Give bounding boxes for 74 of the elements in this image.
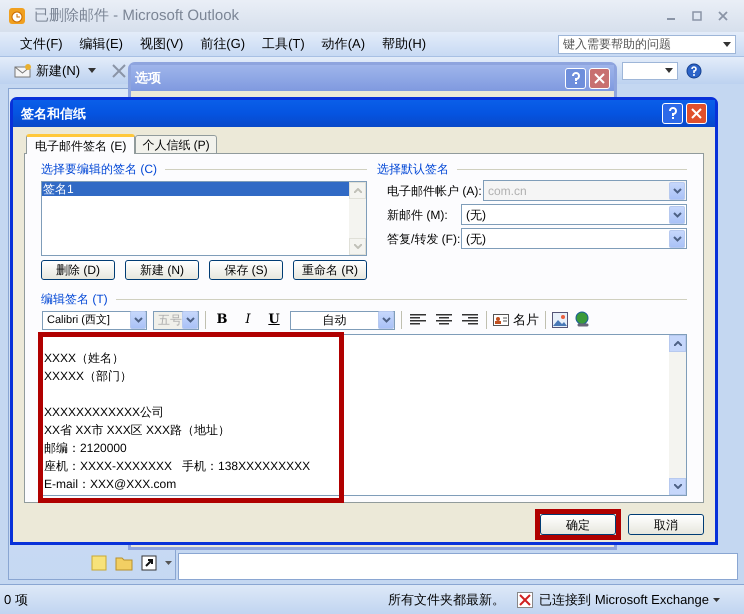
group-label: 选择要编辑的签名 (C) xyxy=(41,161,157,178)
action-button[interactable]: 重命名 (R) xyxy=(293,260,367,280)
menu-item[interactable]: 视图(V) xyxy=(140,34,184,54)
menu-item[interactable]: 前往(G) xyxy=(200,34,246,54)
scrollbar[interactable] xyxy=(669,335,686,495)
action-button[interactable]: 新建 (N) xyxy=(125,260,199,280)
menu-item[interactable]: 工具(T) xyxy=(262,34,305,54)
tab[interactable]: 个人信纸 (P) xyxy=(135,135,217,153)
dropdown-arrow-icon xyxy=(713,598,720,602)
scroll-up-icon[interactable] xyxy=(674,341,682,346)
field-label: 答复/转发 (F): xyxy=(387,230,460,248)
dropdown-arrow-icon[interactable] xyxy=(723,42,731,46)
align-center-icon[interactable] xyxy=(436,314,452,326)
menu-item[interactable]: 编辑(E) xyxy=(80,34,123,54)
signature-line: E-mail：XXX@XXX.com xyxy=(44,476,178,493)
connection-status[interactable]: 已连接到 Microsoft Exchange xyxy=(539,590,720,610)
item-count: 0 项 xyxy=(4,590,28,609)
close-button[interactable] xyxy=(686,103,707,124)
window-title: 已删除邮件 - Microsoft Outlook xyxy=(34,6,240,26)
signature-line: XXXXXXXXXXXX公司 xyxy=(44,404,166,421)
delete-icon[interactable] xyxy=(112,64,126,78)
signature-line: 邮编：2120000 xyxy=(44,440,128,457)
dropdown-arrow-icon[interactable] xyxy=(665,68,673,73)
tab[interactable]: 电子邮件签名 (E) xyxy=(26,134,136,154)
field-label: 电子邮件帐户 (A): xyxy=(387,182,482,200)
menu-item[interactable]: 帮助(H) xyxy=(382,34,426,54)
align-right-icon[interactable] xyxy=(462,314,478,326)
dialog-title: 签名和信纸 xyxy=(21,104,86,123)
dialog-button[interactable]: 确定 xyxy=(540,514,616,535)
question-icon xyxy=(668,107,678,120)
signature-line: 座机：XXXX-XXXXXXX 手机：138XXXXXXXXX xyxy=(44,458,312,475)
format-button[interactable]: I xyxy=(238,310,258,330)
contact-card-icon xyxy=(493,314,509,326)
close-button[interactable] xyxy=(589,68,610,88)
dropdown-field[interactable]: (无) xyxy=(461,228,687,249)
shortcut-icon[interactable] xyxy=(141,555,157,571)
help-search-field[interactable]: 键入需要帮助的问题 xyxy=(558,34,736,54)
help-button[interactable] xyxy=(662,103,683,124)
image-icon[interactable] xyxy=(552,312,568,328)
action-button[interactable]: 删除 (D) xyxy=(41,260,115,280)
new-button[interactable]: 新建(N) xyxy=(14,60,80,80)
signature-line: XX省 XX市 XXX区 XXX路（地址） xyxy=(44,422,232,439)
list-item[interactable]: 签名1 xyxy=(42,182,349,196)
format-button[interactable]: U xyxy=(264,310,284,330)
dialog-button[interactable]: 取消 xyxy=(628,514,704,535)
dropdown-field[interactable] xyxy=(622,62,678,80)
format-button[interactable]: B xyxy=(212,310,232,330)
sync-status: 所有文件夹都最新。 xyxy=(388,590,506,609)
group-label: 编辑签名 (T) xyxy=(41,291,108,308)
signature-line: XXXXX（部门） xyxy=(44,368,134,385)
menu-item[interactable]: 文件(F) xyxy=(20,34,63,54)
help-button[interactable] xyxy=(565,68,586,88)
field-label: 新邮件 (M): xyxy=(387,206,448,224)
question-icon xyxy=(570,72,580,84)
help-icon[interactable] xyxy=(686,62,702,78)
group-label: 选择默认签名 xyxy=(377,161,449,178)
connection-icon xyxy=(517,592,534,608)
outlook-icon xyxy=(8,7,26,25)
dropdown-field[interactable]: (无) xyxy=(461,204,687,225)
signature-line: XXXX（姓名） xyxy=(44,350,126,367)
font-dropdown[interactable]: Calibri (西文] xyxy=(42,310,147,330)
maximize-icon[interactable] xyxy=(692,11,702,21)
align-left-icon[interactable] xyxy=(410,314,426,326)
menu-item[interactable]: 动作(A) xyxy=(322,34,366,54)
dialog-title: 选项 xyxy=(135,69,161,88)
color-dropdown[interactable]: 自动 xyxy=(290,310,395,330)
envelope-icon xyxy=(14,62,32,78)
dropdown-arrow-icon[interactable] xyxy=(88,68,96,73)
business-card-button[interactable]: 名片 xyxy=(493,310,539,330)
close-icon xyxy=(594,72,605,84)
close-icon xyxy=(691,108,702,119)
action-button[interactable]: 保存 (S) xyxy=(209,260,283,280)
close-icon[interactable] xyxy=(718,11,728,21)
scroll-down-icon[interactable] xyxy=(674,484,682,489)
